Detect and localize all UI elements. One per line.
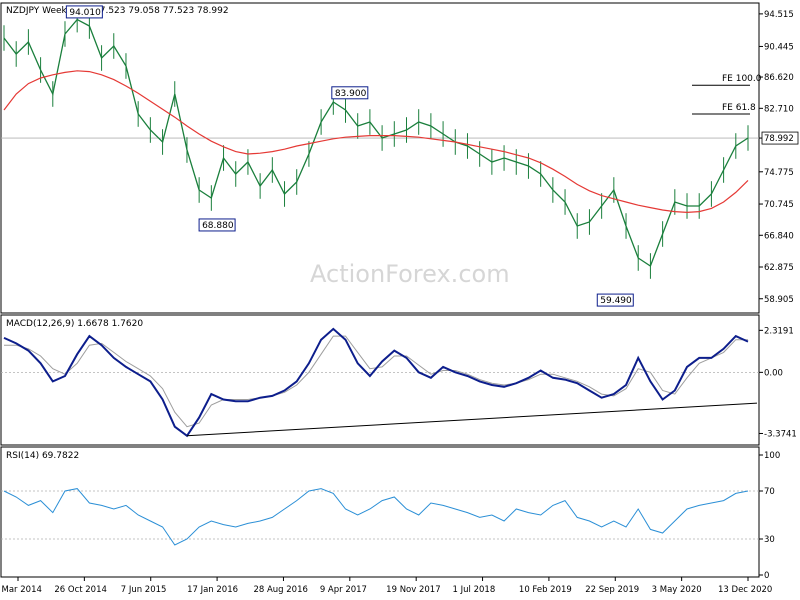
watermark: ActionForex.com xyxy=(310,260,510,288)
macd-panel-frame xyxy=(0,314,760,446)
rsi-panel-title: RSI(14) 69.7822 xyxy=(6,451,79,461)
annotation-label: 59.490 xyxy=(600,296,632,306)
rsi-line xyxy=(3,488,749,546)
price-ohlc-label: 77.523 79.058 77.523 78.992 xyxy=(94,6,229,16)
x-tick-label: 13 Dec 2020 xyxy=(718,585,772,595)
price-ytick-label: 58.905 xyxy=(764,295,794,305)
price-ytick-label: 78.992 xyxy=(764,134,794,144)
x-tick-label: 7 Jun 2015 xyxy=(121,585,167,595)
macd-ytick-label: 2.3191 xyxy=(764,326,794,336)
x-axis: 16 Mar 2014 26 Oct 2014 7 Jun 2015 17 Jan 2… xyxy=(0,577,772,595)
annotation-label: 83.900 xyxy=(335,89,367,99)
macd-ytick-label: -3.3741 xyxy=(764,429,797,439)
price-ytick-label: 66.840 xyxy=(764,231,794,241)
x-tick-label: 19 Nov 2017 xyxy=(386,585,440,595)
macd-signal-line xyxy=(4,335,748,428)
macd-layer: 2.3191 0.00 -3.3741 xyxy=(1,326,797,439)
x-tick-label: 22 Sep 2019 xyxy=(585,585,639,595)
rsi-ytick-label: 100 xyxy=(764,451,780,461)
price-ytick-label: 86.620 xyxy=(764,73,794,83)
price-ytick-label: 74.775 xyxy=(764,168,794,178)
chart-stage: ActionForex.com NZDJPY Weekly 77.523 79.… xyxy=(0,0,800,600)
x-tick-label: 16 Mar 2014 xyxy=(0,585,42,595)
macd-trendline xyxy=(186,402,758,437)
rsi-ytick-label: 0 xyxy=(764,571,769,581)
rsi-ytick-label: 30 xyxy=(764,535,775,545)
price-panel-title: NZDJPY Weekly xyxy=(6,6,75,16)
price-ytick-label: 62.875 xyxy=(764,263,794,273)
price-series-line xyxy=(3,18,749,267)
annotation-label: 68.880 xyxy=(202,221,234,231)
fe-level-label: FE 61.8 xyxy=(722,103,756,113)
macd-ytick-label: 0.00 xyxy=(764,368,783,378)
macd-panel-title: MACD(12,26,9) 1.6678 1.7620 xyxy=(6,319,143,329)
rsi-panel-frame xyxy=(0,446,760,578)
moving-average-line xyxy=(3,70,749,214)
rsi-layer: 100 70 30 0 xyxy=(1,451,780,581)
x-tick-label: 28 Aug 2016 xyxy=(253,585,307,595)
x-tick-label: 10 Feb 2019 xyxy=(519,585,572,595)
rsi-ytick-label: 70 xyxy=(764,487,775,497)
price-ytick-label: 82.710 xyxy=(764,104,794,114)
x-tick-label: 3 May 2020 xyxy=(652,585,702,595)
macd-line xyxy=(3,327,749,438)
chart-svg: ActionForex.com NZDJPY Weekly 77.523 79.… xyxy=(0,2,799,595)
x-tick-label: 9 Apr 2017 xyxy=(320,585,367,595)
x-tick-label: 17 Jan 2016 xyxy=(187,585,238,595)
x-tick-label: 26 Oct 2014 xyxy=(54,585,107,595)
price-ytick-label: 90.445 xyxy=(764,42,794,52)
annotation-label: 94.010 xyxy=(69,8,101,18)
fe-level-label: FE 100.0 xyxy=(722,74,762,84)
price-ytick-label: 70.745 xyxy=(764,200,794,210)
price-ytick-label: 94.515 xyxy=(764,10,794,20)
x-tick-label: 1 Jul 2018 xyxy=(453,585,496,595)
